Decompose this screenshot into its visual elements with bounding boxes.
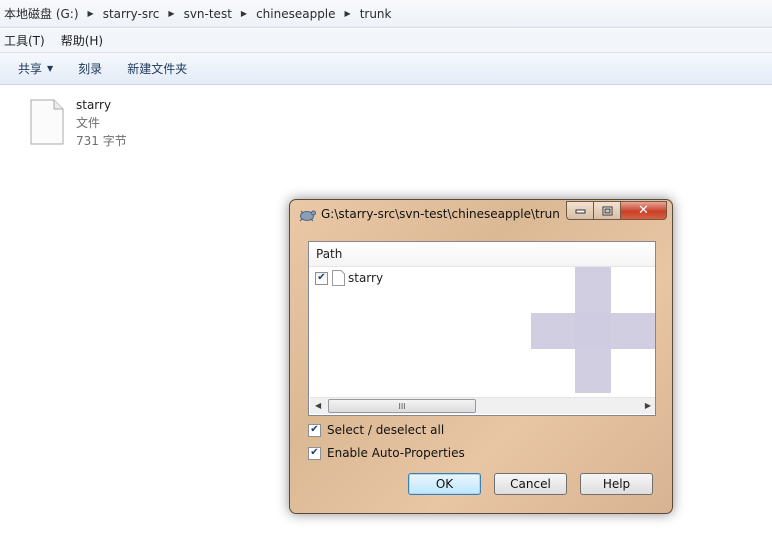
path-list[interactable]: Path ✔ starry ◀ III ▶ (308, 241, 656, 416)
share-button[interactable]: 共享 ▼ (11, 60, 60, 77)
select-all-checkbox[interactable]: ✔ (308, 423, 321, 437)
scroll-thumb[interactable]: III (328, 399, 476, 413)
chevron-right-icon[interactable]: ▶ (241, 9, 247, 18)
minimize-button[interactable] (566, 201, 593, 220)
row-label: starry (348, 271, 384, 285)
column-header-path[interactable]: Path (309, 242, 655, 267)
chevron-right-icon[interactable]: ▶ (345, 9, 351, 18)
row-checkbox[interactable]: ✔ (315, 271, 328, 285)
scroll-grip: III (398, 401, 406, 411)
close-button[interactable]: ✕ (620, 201, 667, 220)
file-item-starry[interactable]: starry 文件 731 字节 (30, 96, 127, 150)
new-folder-button[interactable]: 新建文件夹 (120, 60, 194, 77)
maximize-button[interactable] (593, 201, 620, 220)
file-type: 文件 (76, 116, 101, 130)
address-bar[interactable]: 本地磁盘 (G:) ▶ starry-src ▶ svn-test ▶ chinese… (0, 0, 772, 28)
list-item[interactable]: ✔ starry (315, 270, 383, 286)
chevron-right-icon[interactable]: ▶ (168, 9, 174, 18)
file-size: 731 字节 (76, 134, 127, 148)
cancel-button[interactable]: Cancel (494, 473, 567, 495)
breadcrumb-starry-src[interactable]: starry-src ▶ (103, 7, 184, 21)
breadcrumb-drive[interactable]: 本地磁盘 (G:) ▶ (4, 5, 103, 22)
checkbox-check-icon: ✔ (310, 424, 319, 435)
chevron-right-icon[interactable]: ▶ (88, 9, 94, 18)
chevron-down-icon: ▼ (47, 64, 54, 73)
auto-properties-label: Enable Auto-Properties (327, 446, 465, 460)
auto-properties-checkbox[interactable]: ✔ (308, 446, 321, 460)
checkbox-check-icon: ✔ (310, 447, 319, 458)
file-icon (332, 270, 345, 286)
close-icon: ✕ (638, 203, 649, 218)
breadcrumb-chineseapple[interactable]: chineseapple ▶ (256, 7, 360, 21)
menu-bar: 工具(T) 帮助(H) (0, 29, 772, 53)
dialog-title-bar[interactable]: G:\starry-src\svn-test\chineseapple\trun… (290, 200, 672, 228)
scroll-right-icon[interactable]: ▶ (645, 401, 651, 410)
command-bar: 共享 ▼ 刻录 新建文件夹 (0, 53, 772, 85)
scroll-left-icon[interactable]: ◀ (315, 401, 321, 410)
help-button[interactable]: Help (580, 473, 653, 495)
burn-button[interactable]: 刻录 (71, 60, 109, 77)
file-icon (30, 99, 64, 145)
select-all-option[interactable]: ✔ Select / deselect all (308, 423, 444, 437)
checkbox-check-icon: ✔ (317, 272, 326, 283)
auto-properties-option[interactable]: ✔ Enable Auto-Properties (308, 446, 465, 460)
menu-help[interactable]: 帮助(H) (61, 32, 103, 49)
file-name: starry (76, 98, 112, 112)
ok-button[interactable]: OK (408, 473, 481, 495)
tortoise-icon (299, 210, 316, 222)
select-all-label: Select / deselect all (327, 423, 445, 437)
menu-tools[interactable]: 工具(T) (4, 32, 45, 49)
breadcrumb-trunk[interactable]: trunk (360, 7, 392, 21)
horizontal-scrollbar[interactable]: ◀ III ▶ (310, 397, 655, 414)
add-files-dialog: G:\starry-src\svn-test\chineseapple\trun… (289, 199, 673, 514)
maximize-icon (602, 206, 612, 215)
minimize-icon (575, 209, 585, 213)
plus-overlay-icon (531, 313, 655, 349)
dialog-title: G:\starry-src\svn-test\chineseapple\trun… (321, 207, 561, 221)
breadcrumb-svn-test[interactable]: svn-test ▶ (184, 7, 257, 21)
